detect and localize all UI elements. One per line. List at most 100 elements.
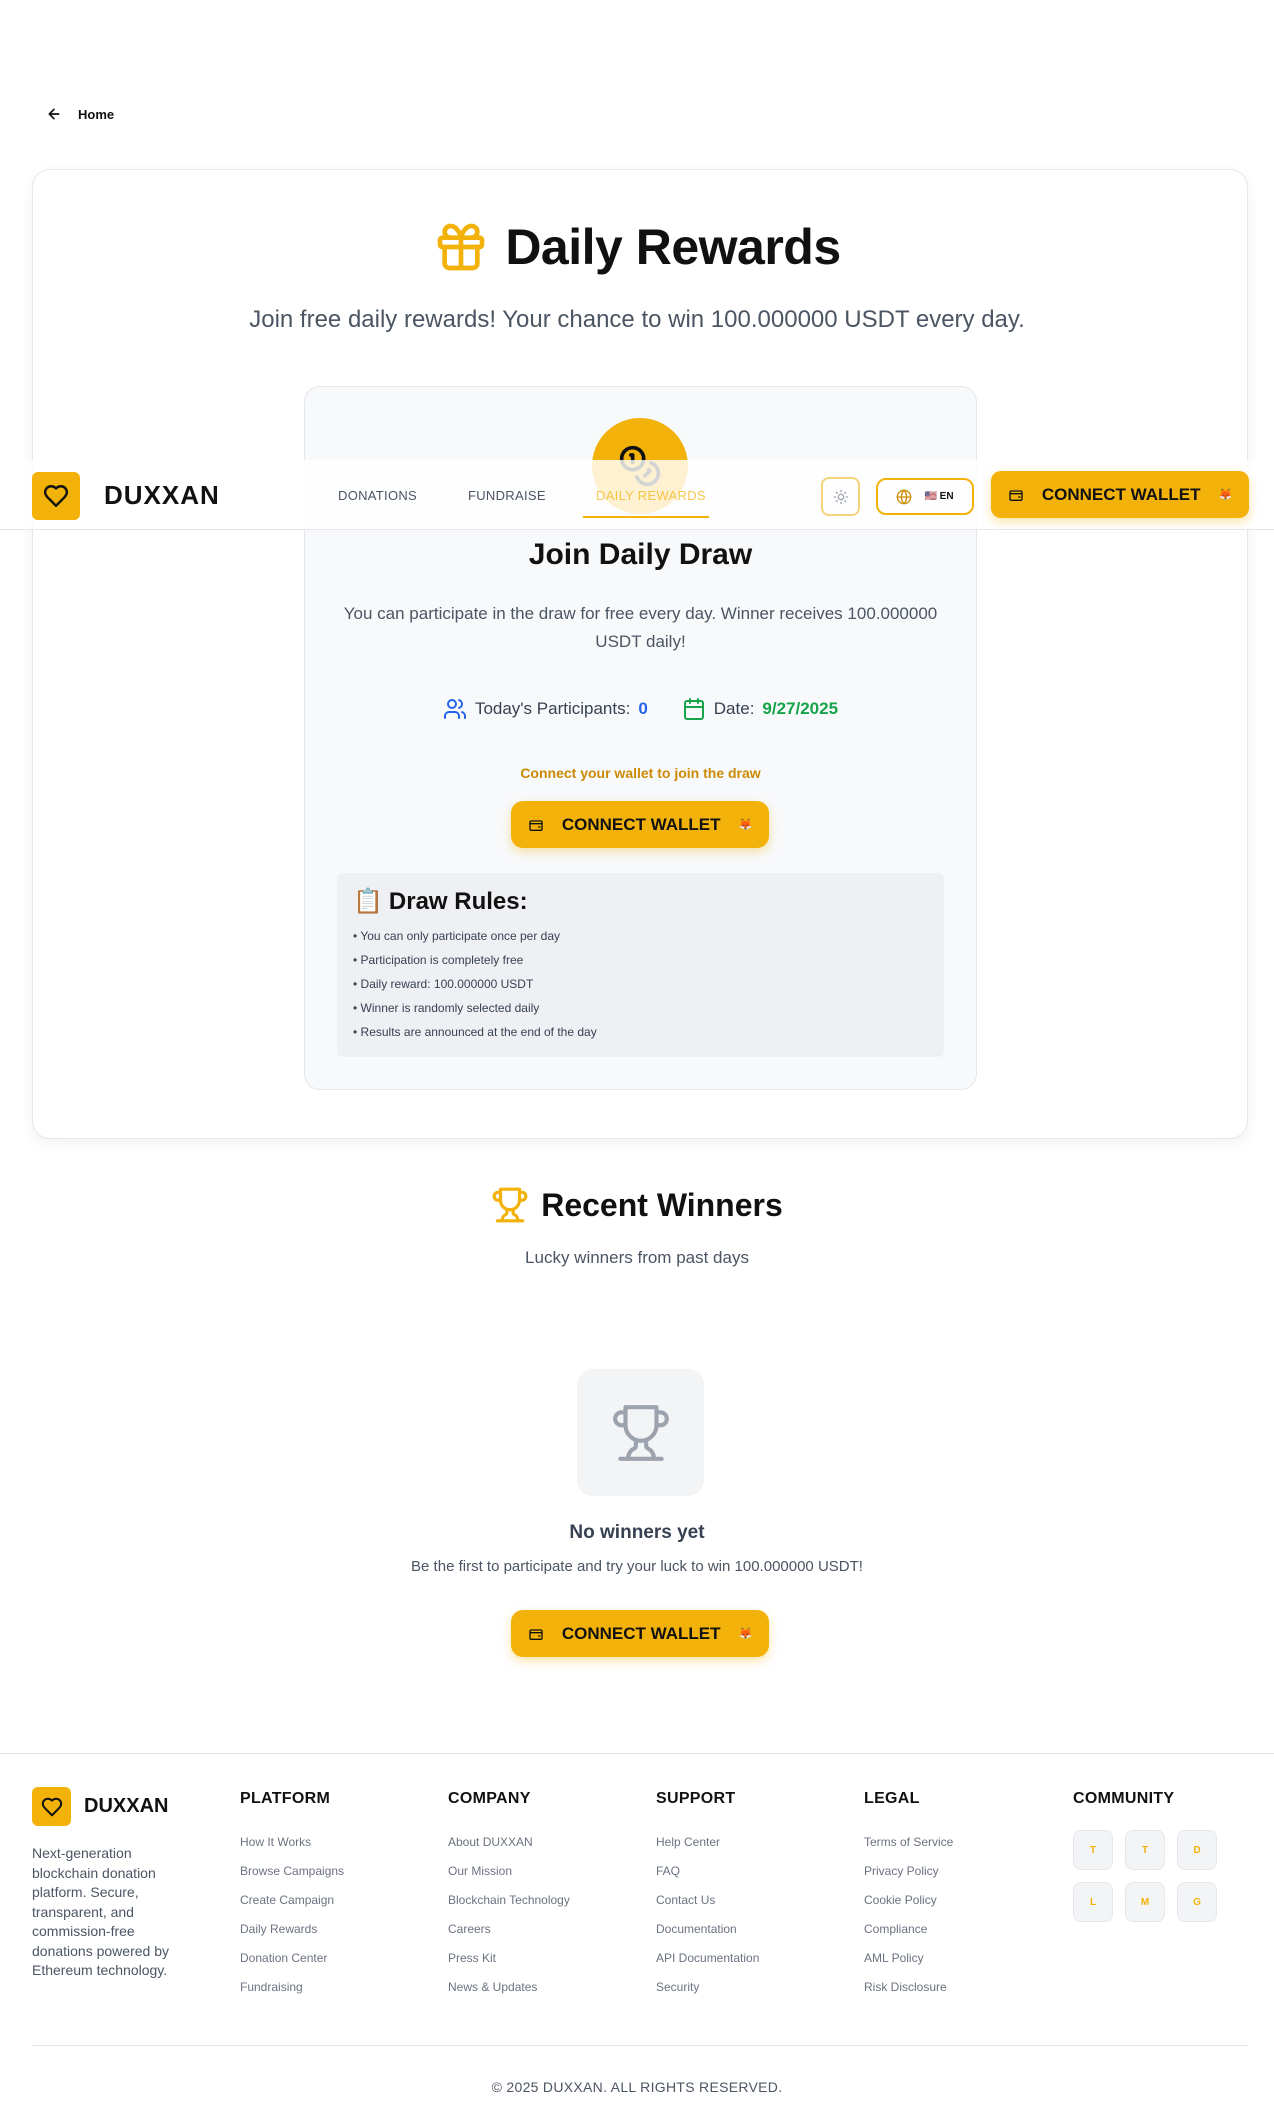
back-home-link[interactable]: Home [46, 106, 114, 122]
footer-link[interactable]: Compliance [864, 1915, 953, 1944]
language-label: 🇺🇸 EN [924, 491, 954, 502]
date-stat: Date: 9/27/2025 [682, 697, 838, 721]
page-title: Daily Rewards [505, 219, 841, 275]
participants-label: Today's Participants: [474, 699, 631, 718]
fox-icon: 🦊 [1218, 489, 1233, 501]
nav-fundraise[interactable]: FUNDRAISE [468, 488, 546, 503]
footer-link[interactable]: Documentation [656, 1915, 759, 1944]
empty-winners-box [577, 1369, 704, 1496]
heart-icon [41, 1797, 62, 1816]
footer-link[interactable]: FAQ [656, 1857, 759, 1886]
footer-brand: DUXXAN [84, 1795, 169, 1817]
header-connect-wallet-button[interactable]: CONNECT WALLET 🦊 [991, 471, 1249, 518]
trophy-icon [492, 1187, 528, 1223]
winners-subtitle: Lucky winners from past days [525, 1248, 749, 1267]
footer-column-title: COMPANY [448, 1790, 531, 1807]
clipboard-icon: 📋 [353, 888, 383, 915]
footer-link[interactable]: Create Campaign [240, 1886, 344, 1915]
copyright: © 2025 DUXXAN. ALL RIGHTS RESERVED. [491, 2079, 783, 2095]
footer-column-company: COMPANY About DUXXAN Our Mission Blockch… [448, 1790, 570, 2002]
sun-icon [833, 489, 848, 504]
footer-link[interactable]: News & Updates [448, 1973, 570, 2002]
draw-connect-label: CONNECT WALLET [561, 814, 721, 834]
no-winners-title: No winners yet [569, 1522, 705, 1543]
footer-column-support: SUPPORT Help Center FAQ Contact Us Docum… [656, 1790, 759, 2002]
community-links: T T D L M G [1073, 1830, 1217, 1922]
footer-link[interactable]: Careers [448, 1915, 570, 1944]
footer-link[interactable]: Donation Center [240, 1944, 344, 1973]
back-home-label: Home [78, 106, 115, 122]
fox-icon: 🦊 [738, 819, 753, 831]
draw-stats: Today's Participants: 0 Date: 9/27/2025 [304, 697, 977, 721]
rules-title: 📋 Draw Rules: [353, 887, 928, 916]
community-link[interactable]: M [1125, 1882, 1165, 1922]
wallet-icon [529, 819, 543, 831]
footer-link[interactable]: Blockchain Technology [448, 1886, 570, 1915]
no-winners-subtitle: Be the first to participate and try your… [411, 1558, 863, 1575]
community-link[interactable]: D [1177, 1830, 1217, 1870]
wallet-icon [1009, 489, 1023, 501]
winners-connect-wallet-button[interactable]: CONNECT WALLET 🦊 [511, 1610, 769, 1657]
footer-link[interactable]: How It Works [240, 1828, 344, 1857]
community-link[interactable]: T [1125, 1830, 1165, 1870]
arrow-left-icon [48, 108, 60, 120]
draw-rules: 📋 Draw Rules: You can only participate o… [337, 873, 944, 1057]
footer-link[interactable]: Press Kit [448, 1944, 570, 1973]
rules-list: You can only participate once per day Pa… [353, 924, 928, 1044]
footer-link[interactable]: Fundraising [240, 1973, 344, 2002]
rule-item: You can only participate once per day [353, 924, 928, 948]
date-value: 9/27/2025 [762, 699, 839, 718]
participants-count: 0 [638, 699, 648, 718]
footer-link[interactable]: Help Center [656, 1828, 759, 1857]
footer-logo[interactable] [32, 1787, 71, 1826]
footer-column-community: COMMUNITY [1073, 1790, 1174, 1828]
wallet-icon [529, 1628, 543, 1640]
footer-link[interactable]: Daily Rewards [240, 1915, 344, 1944]
footer-column-title: LEGAL [864, 1790, 920, 1807]
footer-link[interactable]: Risk Disclosure [864, 1973, 953, 2002]
community-link[interactable]: T [1073, 1830, 1113, 1870]
hero-subtitle: Join free daily rewards! Your chance to … [249, 306, 1025, 333]
winners-connect-label: CONNECT WALLET [561, 1623, 721, 1643]
footer-link[interactable]: Cookie Policy [864, 1886, 953, 1915]
footer-column-title: COMMUNITY [1073, 1790, 1175, 1807]
community-link[interactable]: L [1073, 1882, 1113, 1922]
draw-description: You can participate in the draw for free… [343, 604, 938, 651]
footer-link[interactable]: API Documentation [656, 1944, 759, 1973]
nav-active-underline [583, 516, 709, 518]
community-link[interactable]: G [1177, 1882, 1217, 1922]
footer-link[interactable]: Privacy Policy [864, 1857, 953, 1886]
header-brand[interactable]: DUXXAN [104, 480, 220, 511]
footer-link[interactable]: Security [656, 1973, 759, 2002]
rules-title-text: Draw Rules: [388, 887, 528, 915]
language-selector[interactable]: 🇺🇸 EN [876, 478, 974, 515]
heart-icon [43, 485, 69, 507]
participants-stat: Today's Participants: 0 [443, 697, 648, 721]
trophy-icon [612, 1404, 669, 1461]
footer-link[interactable]: About DUXXAN [448, 1828, 570, 1857]
draw-title: Join Daily Draw [528, 538, 753, 571]
footer-link[interactable]: Browse Campaigns [240, 1857, 344, 1886]
footer-column-title: PLATFORM [240, 1790, 331, 1807]
draw-connect-wallet-button[interactable]: CONNECT WALLET 🦊 [511, 801, 769, 848]
calendar-icon [683, 698, 704, 720]
rule-item: Winner is randomly selected daily [353, 996, 928, 1020]
footer-link[interactable]: Terms of Service [864, 1828, 953, 1857]
footer-bottom-divider [32, 2045, 1248, 2046]
footer-link[interactable]: Contact Us [656, 1886, 759, 1915]
winners-heading: Recent Winners [541, 1186, 783, 1223]
winners-title: Recent Winners [0, 1186, 1274, 1224]
nav-daily-rewards[interactable]: DAILY REWARDS [596, 488, 706, 503]
theme-toggle-button[interactable] [821, 477, 860, 516]
hero-title: Daily Rewards [0, 218, 1274, 276]
fox-icon: 🦊 [738, 1628, 753, 1640]
rule-item: Participation is completely free [353, 948, 928, 972]
footer-link[interactable]: AML Policy [864, 1944, 953, 1973]
footer-divider [0, 1753, 1274, 1754]
globe-icon [897, 488, 912, 505]
footer-link[interactable]: Our Mission [448, 1857, 570, 1886]
footer-column-platform: PLATFORM How It Works Browse Campaigns C… [240, 1790, 344, 2002]
nav-donations[interactable]: DONATIONS [338, 488, 417, 503]
header-logo[interactable] [32, 472, 80, 520]
gift-icon [437, 223, 485, 271]
